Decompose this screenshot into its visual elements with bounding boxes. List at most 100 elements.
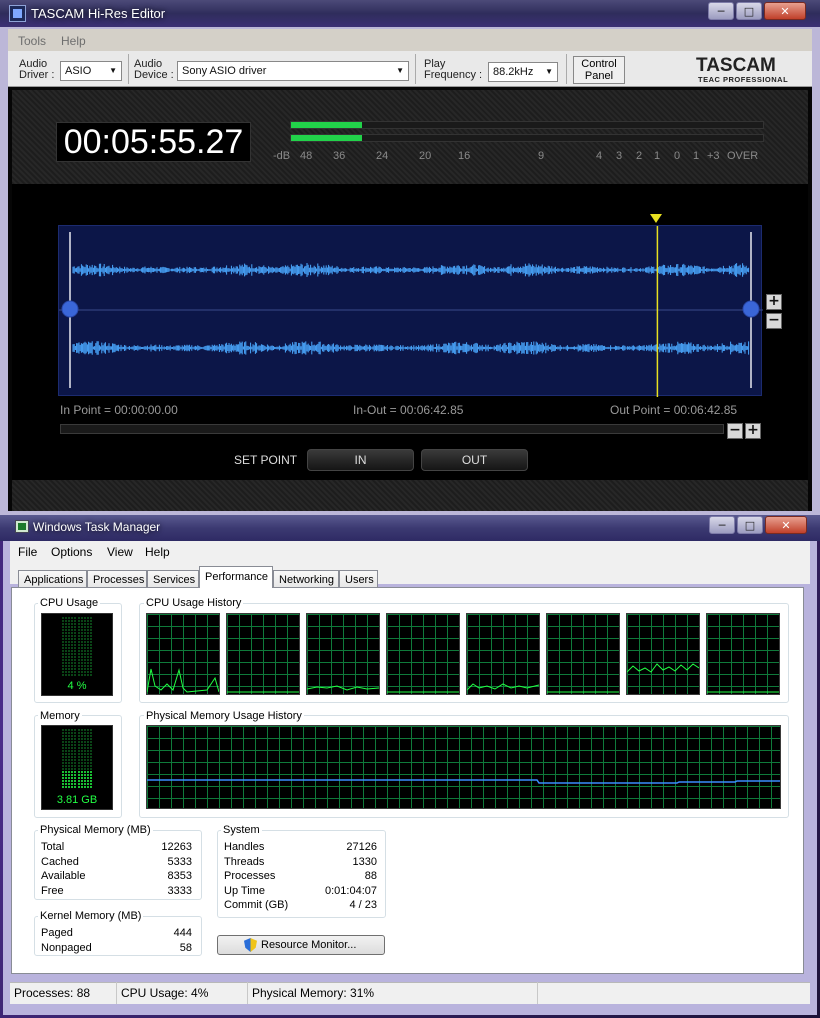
tab-users[interactable]: Users xyxy=(339,570,378,588)
meter-scale-label: 20 xyxy=(419,150,432,162)
meter-scale-label: -dB xyxy=(273,150,291,162)
meter-scale-label: 1 xyxy=(693,150,700,162)
cpu-core-history-graph xyxy=(226,613,300,695)
cpu-core-history-line xyxy=(707,691,779,693)
time-display: 00:05:55.27 xyxy=(56,122,251,162)
status-processes: Processes: 88 xyxy=(10,982,117,1004)
meter-scale-label: 0 xyxy=(674,150,681,162)
level-meter-left xyxy=(290,121,764,129)
chevron-down-icon: ▼ xyxy=(545,67,553,76)
playhead-marker-icon[interactable] xyxy=(650,214,663,223)
control-panel-button[interactable]: Control Panel xyxy=(573,56,625,84)
set-point-label: SET POINT xyxy=(234,453,298,467)
stat-value: 3333 xyxy=(167,884,192,897)
meter-scale-label: 2 xyxy=(636,150,643,162)
cpu-usage-label: CPU Usage xyxy=(38,597,101,609)
menu-help[interactable]: Help xyxy=(145,545,170,559)
cpu-core-history-graph xyxy=(546,613,620,695)
toolbar-divider xyxy=(566,54,567,84)
meter-scale-label: 36 xyxy=(333,150,346,162)
audio-device-select[interactable]: Sony ASIO driver ▼ xyxy=(177,61,409,81)
stat-value: 12263 xyxy=(161,841,192,853)
cpu-core-history-line xyxy=(547,691,619,693)
meter-scale-label: +3 xyxy=(707,150,720,162)
set-out-point-button[interactable]: OUT xyxy=(421,449,528,471)
audio-driver-value: ASIO xyxy=(65,65,92,77)
play-frequency-select[interactable]: 88.2kHz ▼ xyxy=(488,62,558,82)
stat-value: 58 xyxy=(179,941,192,954)
in-out-readout: In-Out = 00:06:42.85 xyxy=(353,403,464,417)
tab-services[interactable]: Services xyxy=(147,570,199,588)
menu-tools[interactable]: Tools xyxy=(18,34,46,48)
cpu-history-label: CPU Usage History xyxy=(144,597,244,609)
cpu-core-history-line xyxy=(387,691,459,693)
tab-processes[interactable]: Processes xyxy=(87,570,147,588)
menu-help[interactable]: Help xyxy=(61,34,86,48)
zoom-in-horizontal-button[interactable]: + xyxy=(745,423,761,439)
meter-scale-label: 24 xyxy=(376,150,389,162)
minimize-button[interactable]: ─ xyxy=(709,516,735,534)
system-title: System xyxy=(221,824,262,836)
tascam-window-controls: ─ □ ✕ xyxy=(708,2,806,20)
cpu-core-history-graph xyxy=(146,613,220,695)
waveform-display[interactable] xyxy=(58,225,763,397)
chevron-down-icon: ▼ xyxy=(109,66,117,75)
status-cpu-usage: CPU Usage: 4% xyxy=(117,982,248,1004)
memory-history-line xyxy=(147,779,780,784)
close-button[interactable]: ✕ xyxy=(764,2,806,20)
minimize-button[interactable]: ─ xyxy=(708,2,734,20)
meter-scale-label: 48 xyxy=(300,150,313,162)
status-physical-memory: Physical Memory: 31% xyxy=(248,982,538,1004)
maximize-button[interactable]: □ xyxy=(736,2,762,20)
cpu-core-history-line xyxy=(227,691,299,693)
audio-device-label: Audio Device : xyxy=(134,58,174,81)
cpu-core-history-graph xyxy=(386,613,460,695)
tascam-footer-panel xyxy=(12,480,808,511)
cpu-core-history-graph xyxy=(626,613,700,695)
out-point-readout: Out Point = 00:06:42.85 xyxy=(610,403,738,417)
chevron-down-icon: ▼ xyxy=(396,66,404,75)
meter-scale-label: 9 xyxy=(538,150,545,162)
cpu-core-history-graph xyxy=(306,613,380,695)
cpu-usage-gauge: 4 % xyxy=(41,613,113,696)
toolbar-divider xyxy=(415,54,416,84)
physical-memory-title: Physical Memory (MB) xyxy=(38,824,153,836)
tab-networking[interactable]: Networking xyxy=(273,570,339,588)
menu-options[interactable]: Options xyxy=(51,545,92,559)
play-frequency-value: 88.2kHz xyxy=(493,66,534,78)
close-button[interactable]: ✕ xyxy=(765,516,807,534)
kernel-memory-title: Kernel Memory (MB) xyxy=(38,910,144,922)
in-point-readout: In Point = 00:00:00.00 xyxy=(60,403,178,417)
zoom-out-vertical-button[interactable]: − xyxy=(766,313,782,329)
level-meter-left-fill xyxy=(291,122,362,128)
taskmgr-window-controls: ─ □ ✕ xyxy=(709,516,807,534)
taskmgr-window-title: Windows Task Manager xyxy=(33,520,161,534)
tab-applications[interactable]: Applications xyxy=(18,570,87,588)
stat-value: 1330 xyxy=(352,855,377,868)
horizontal-scrollbar[interactable] xyxy=(60,424,724,434)
stat-value: 88 xyxy=(364,870,377,883)
menu-view[interactable]: View xyxy=(107,545,133,559)
set-in-point-button[interactable]: IN xyxy=(307,449,414,471)
zoom-in-vertical-button[interactable]: + xyxy=(766,294,782,310)
resource-monitor-button[interactable]: Resource Monitor... xyxy=(217,935,385,955)
memory-history-label: Physical Memory Usage History xyxy=(144,710,304,722)
tab-performance[interactable]: Performance xyxy=(199,566,273,588)
audio-driver-select[interactable]: ASIO ▼ xyxy=(60,61,122,81)
tascam-menu-bar xyxy=(8,29,812,51)
meter-scale-label: 4 xyxy=(596,150,603,162)
taskmgr-app-icon xyxy=(15,520,29,533)
maximize-button[interactable]: □ xyxy=(737,516,763,534)
menu-file[interactable]: File xyxy=(18,545,37,559)
audio-driver-label: Audio Driver : xyxy=(19,58,55,81)
meter-scale-label: 16 xyxy=(458,150,471,162)
zoom-out-horizontal-button[interactable]: − xyxy=(727,423,743,439)
stat-value: 444 xyxy=(173,927,192,939)
toolbar-divider xyxy=(128,54,129,84)
cpu-core-history-graph xyxy=(466,613,540,695)
stat-value: 5333 xyxy=(167,855,192,868)
tascam-logo-subtitle: TEAC PROFESSIONAL xyxy=(698,75,789,84)
cpu-core-history-line xyxy=(306,685,380,691)
cpu-usage-value: 4 % xyxy=(67,680,87,692)
memory-history-graph xyxy=(146,725,781,809)
